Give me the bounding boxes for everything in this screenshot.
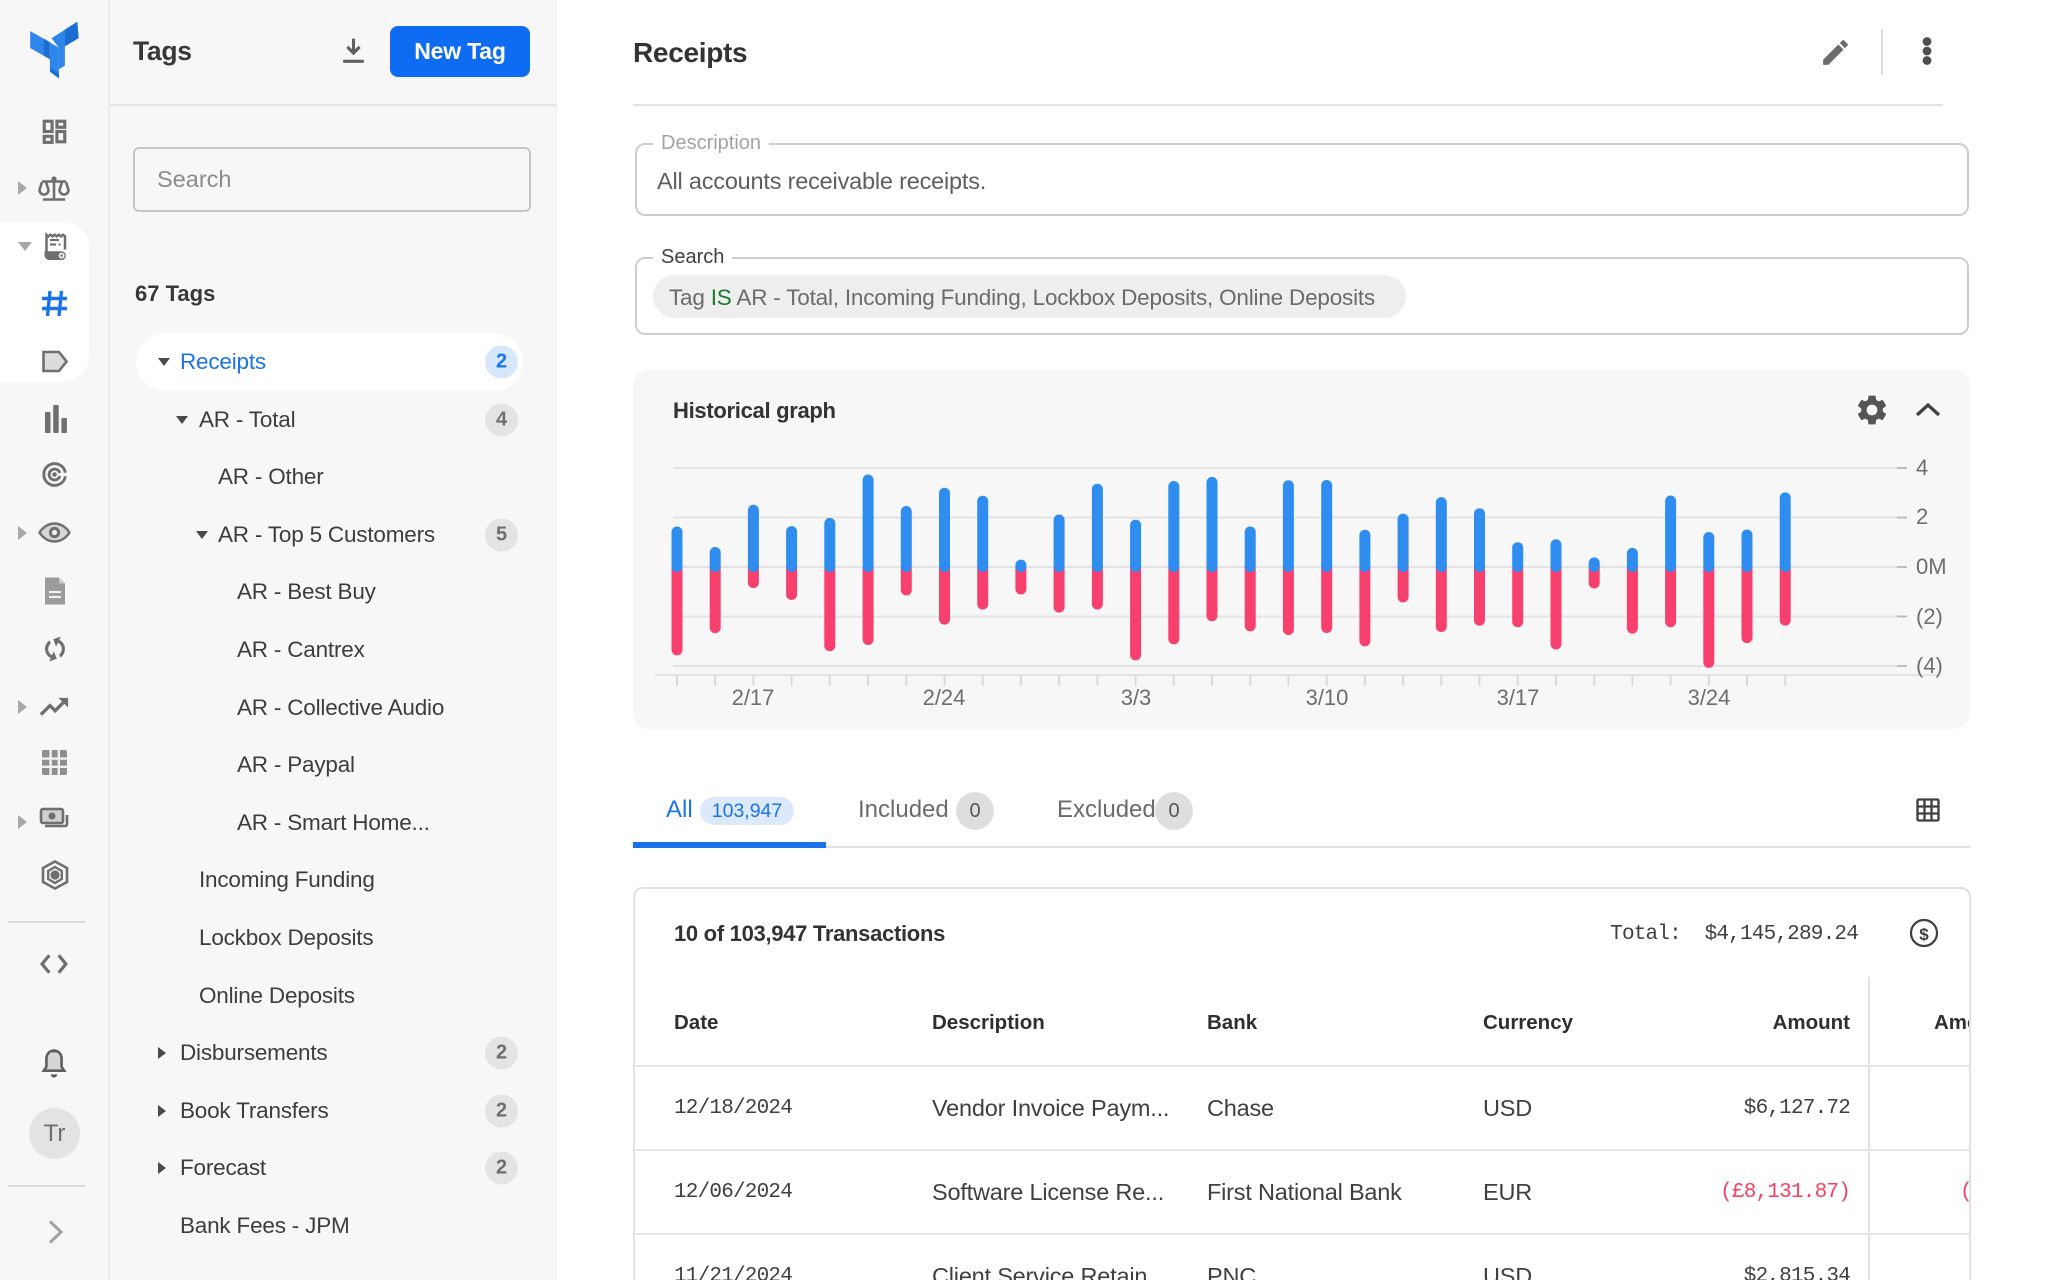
svg-text:$: $ xyxy=(1919,925,1929,944)
